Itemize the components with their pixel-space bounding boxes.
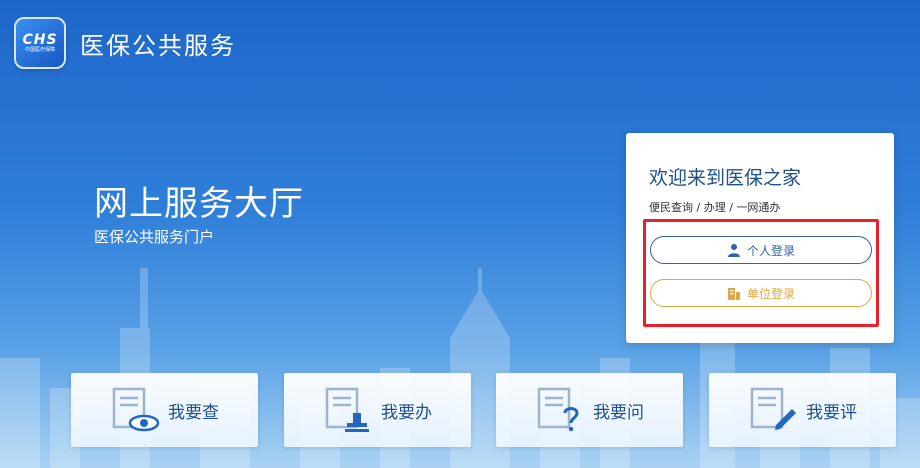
- service-handle-label: 我要办: [381, 402, 432, 423]
- service-ask-label: 我要问: [593, 402, 644, 423]
- site-title: 医保公共服务: [80, 31, 236, 60]
- pen-document-icon: [750, 387, 796, 430]
- service-query-label: 我要查: [168, 402, 219, 423]
- eye-document-icon: [112, 387, 160, 432]
- service-handle-button[interactable]: 我要办: [284, 373, 471, 447]
- login-card: 欢迎来到医保之家 便民查询 / 办理 / 一网通办 个人登录 单位登录: [626, 133, 894, 343]
- organization-login-label: 单位登录: [746, 286, 795, 301]
- service-rate-label: 我要评: [806, 402, 857, 423]
- personal-login-button[interactable]: 个人登录: [650, 236, 872, 264]
- service-ask-button[interactable]: 我要问: [496, 373, 683, 447]
- welcome-title: 欢迎来到医保之家: [649, 167, 802, 189]
- personal-login-label: 个人登录: [746, 243, 795, 258]
- hero-subtitle: 医保公共服务门户: [94, 228, 215, 246]
- organization-login-button[interactable]: 单位登录: [650, 279, 872, 307]
- welcome-tagline: 便民查询 / 办理 / 一网通办: [649, 201, 781, 214]
- chs-logo[interactable]: CHS 中国医疗保障: [14, 17, 66, 69]
- question-document-icon: [537, 387, 579, 432]
- service-query-button[interactable]: 我要查: [71, 373, 258, 447]
- stamp-document-icon: [325, 387, 369, 432]
- service-rate-button[interactable]: 我要评: [709, 373, 896, 447]
- hero-title: 网上服务大厅: [94, 184, 304, 224]
- user-icon: [727, 244, 740, 257]
- header: CHS 中国医疗保障 医保公共服务: [14, 16, 236, 70]
- logo-subtext: 中国医疗保障: [24, 46, 55, 53]
- building-icon: [727, 288, 740, 300]
- logo-text: CHS: [22, 31, 58, 48]
